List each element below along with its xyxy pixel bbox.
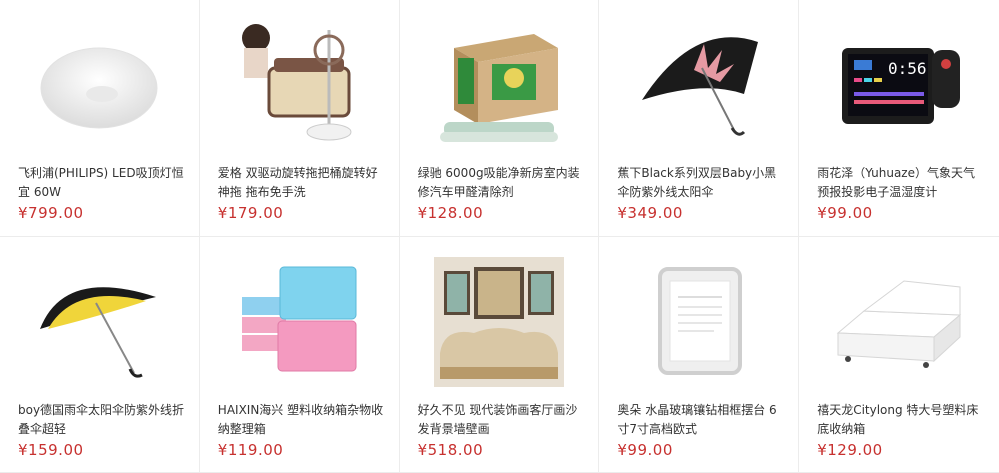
weather-clock-image[interactable]: 0:56: [834, 20, 964, 150]
product-title[interactable]: HAIXIN海兴 塑料收纳箱杂物收纳整理箱: [218, 401, 385, 439]
product-title[interactable]: 飞利浦(PHILIPS) LED吸顶灯恒宜 60W: [18, 164, 185, 202]
storage-boxes-image[interactable]: [234, 257, 364, 387]
product-title[interactable]: 蕉下Black系列双层Baby小黑伞防紫外线太阳伞: [617, 164, 784, 202]
product-price: ¥99.00: [817, 204, 873, 222]
product-price: ¥99.00: [617, 441, 673, 459]
product-card[interactable]: boy德国雨伞太阳伞防紫外线折叠伞超轻 ¥159.00: [0, 237, 200, 473]
product-card[interactable]: 禧天龙Citylong 特大号塑料床底收纳箱 ¥129.00: [799, 237, 999, 473]
product-card[interactable]: 飞利浦(PHILIPS) LED吸顶灯恒宜 60W ¥799.00: [0, 0, 200, 237]
yellow-umbrella-image[interactable]: [34, 257, 164, 387]
product-price: ¥119.00: [217, 441, 284, 459]
product-title[interactable]: 绿驰 6000g吸能净新房室内装修汽车甲醛清除剂: [418, 164, 585, 202]
product-card[interactable]: 蕉下Black系列双层Baby小黑伞防紫外线太阳伞 ¥349.00: [599, 0, 800, 237]
product-card[interactable]: HAIXIN海兴 塑料收纳箱杂物收纳整理箱 ¥119.00: [199, 237, 400, 473]
product-card[interactable]: 爱格 双驱动旋转拖把桶旋转好神拖 拖布免手洗 ¥179.00: [199, 0, 400, 237]
product-card[interactable]: 0:56 雨花泽（Yuhuaze）气象天气预报投影电子温湿度计 ¥99.00: [799, 0, 999, 237]
product-title[interactable]: 好久不见 现代装饰画客厅画沙发背景墙壁画: [418, 401, 585, 439]
mop-bucket-image[interactable]: [234, 20, 364, 150]
product-grid: 飞利浦(PHILIPS) LED吸顶灯恒宜 60W ¥799.00 爱格 双驱动…: [0, 0, 999, 473]
wall-painting-image[interactable]: [433, 257, 564, 387]
ceiling-lamp-image[interactable]: [34, 20, 164, 150]
product-price: ¥159.00: [18, 441, 84, 459]
product-price: ¥129.00: [817, 441, 883, 459]
svg-text:0:56: 0:56: [888, 59, 927, 78]
product-price: ¥518.00: [417, 441, 484, 459]
product-title[interactable]: 雨花泽（Yuhuaze）气象天气预报投影电子温湿度计: [817, 164, 985, 202]
product-price: ¥179.00: [217, 204, 284, 222]
product-title[interactable]: 爱格 双驱动旋转拖把桶旋转好神拖 拖布免手洗: [218, 164, 385, 202]
product-price: ¥128.00: [417, 204, 484, 222]
product-card[interactable]: 好久不见 现代装饰画客厅画沙发背景墙壁画 ¥518.00: [399, 237, 600, 473]
black-umbrella-image[interactable]: [634, 20, 764, 150]
photo-frame-image[interactable]: [634, 257, 764, 387]
underbed-box-image[interactable]: [834, 257, 964, 387]
charcoal-box-image[interactable]: [434, 20, 564, 150]
product-price: ¥799.00: [18, 204, 84, 222]
product-price: ¥349.00: [617, 204, 683, 222]
product-title[interactable]: 奥朵 水晶玻璃镶钻相框摆台 6寸7寸高档欧式: [617, 401, 784, 439]
product-title[interactable]: boy德国雨伞太阳伞防紫外线折叠伞超轻: [18, 401, 185, 439]
product-card[interactable]: 绿驰 6000g吸能净新房室内装修汽车甲醛清除剂 ¥128.00: [399, 0, 600, 237]
product-card[interactable]: 奥朵 水晶玻璃镶钻相框摆台 6寸7寸高档欧式 ¥99.00: [599, 237, 800, 473]
product-title[interactable]: 禧天龙Citylong 特大号塑料床底收纳箱: [817, 401, 985, 439]
